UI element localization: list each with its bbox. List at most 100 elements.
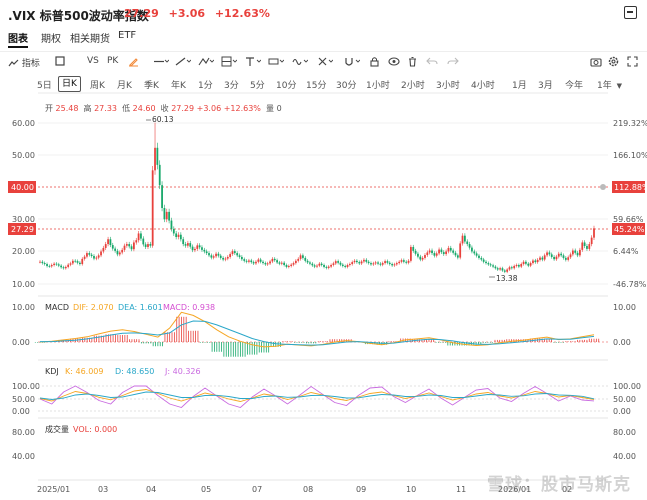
alert-bell-icon[interactable] xyxy=(600,184,606,190)
candle-body xyxy=(550,254,553,257)
candle-body xyxy=(527,263,530,266)
candle-body xyxy=(384,261,386,264)
candle-body xyxy=(365,259,368,262)
candle-body xyxy=(165,211,168,220)
candle-body xyxy=(480,257,483,260)
candle-body xyxy=(41,261,44,264)
candle-body xyxy=(60,265,63,268)
candle-body xyxy=(529,263,532,266)
candle-body xyxy=(567,257,570,260)
candle-body xyxy=(76,261,79,263)
candle-body xyxy=(501,268,504,271)
candle-body xyxy=(539,257,541,260)
candle-body xyxy=(299,255,302,259)
kdj-d: D: 48.650 xyxy=(115,367,154,376)
candle-body xyxy=(107,239,109,245)
candle-body xyxy=(132,242,135,250)
candle-body xyxy=(53,263,55,266)
candle-body xyxy=(398,261,401,264)
candle-body xyxy=(520,264,523,267)
candle-body xyxy=(555,256,558,260)
candle-body xyxy=(198,245,201,248)
candle-body xyxy=(147,244,149,247)
candle-body xyxy=(135,240,138,243)
volume-panel-value: VOL: 0.000 xyxy=(73,425,117,434)
volume-panel-label: 成交量 xyxy=(45,424,69,434)
candle-body xyxy=(262,261,264,264)
candle-body xyxy=(546,252,548,256)
candle-body xyxy=(431,250,433,254)
kdj-tick-100: 100.00 xyxy=(613,382,641,391)
candle-body xyxy=(238,255,241,257)
candle-body xyxy=(226,256,229,259)
candle-body xyxy=(46,264,48,266)
candle-body xyxy=(571,250,574,255)
candle-body xyxy=(74,260,77,262)
macd-tick-left-10: 10.00 xyxy=(12,303,35,312)
candle-body xyxy=(231,251,234,255)
candle-body xyxy=(140,233,142,239)
candle-body xyxy=(95,257,98,259)
candle-body xyxy=(323,265,325,267)
candle-body xyxy=(489,264,492,266)
candle-body xyxy=(468,244,471,248)
candle-body xyxy=(417,253,419,257)
candle-body xyxy=(100,251,102,256)
kdj-tick-left-100: 100.00 xyxy=(12,382,40,391)
candle-body xyxy=(229,254,232,257)
candle-body xyxy=(471,247,473,252)
candle-body xyxy=(503,270,506,272)
macd-dea: DEA: 1.601 xyxy=(118,303,163,312)
candle-body xyxy=(309,262,311,264)
macd-value: MACD: 0.938 xyxy=(163,303,215,312)
candle-body xyxy=(478,255,480,258)
candle-body xyxy=(433,253,436,256)
ref-marker-left-40-text: 40.00 xyxy=(11,183,34,192)
candle-body xyxy=(191,246,194,251)
candle-body xyxy=(344,265,347,267)
candle-body xyxy=(386,261,389,263)
candle-body xyxy=(461,235,464,244)
candle-body xyxy=(88,253,91,255)
candle-body xyxy=(564,257,567,260)
candle-body xyxy=(426,252,429,256)
chart-canvas[interactable]: 60.00 50.00 30.00 20.00 10.00 219.32% 16… xyxy=(0,0,647,500)
candle-body xyxy=(243,259,246,261)
candle-body xyxy=(240,256,243,260)
x-tick-04: 04 xyxy=(146,485,156,494)
macd-label: MACD xyxy=(45,303,69,312)
candle-body xyxy=(114,248,117,251)
candle-body xyxy=(86,253,88,257)
y-tick-10: 10.00 xyxy=(12,280,35,289)
candle-body xyxy=(339,262,342,265)
candle-body xyxy=(194,248,196,251)
macd-tick-10: 10.00 xyxy=(613,303,636,312)
candle-body xyxy=(341,264,344,266)
candle-body xyxy=(449,247,452,251)
candle-body xyxy=(536,259,539,263)
candle-body xyxy=(142,238,145,245)
candle-body xyxy=(276,260,278,263)
kdj-j: J: 40.326 xyxy=(164,367,201,376)
candle-body xyxy=(466,241,469,245)
candle-body xyxy=(55,263,58,265)
candle-body xyxy=(90,254,93,256)
candle-body xyxy=(168,211,171,221)
candle-body xyxy=(215,253,217,257)
main-grid xyxy=(38,92,608,481)
vol-tick-80: 80.00 xyxy=(613,428,636,437)
candle-body xyxy=(330,265,332,267)
candle-body xyxy=(381,263,384,265)
candle-body xyxy=(290,264,293,266)
x-tick-08: 08 xyxy=(303,485,313,494)
candle-body xyxy=(170,220,173,229)
x-tick-05: 05 xyxy=(201,485,211,494)
candle-body xyxy=(525,261,527,264)
candle-body xyxy=(393,264,396,266)
candle-body xyxy=(292,263,295,265)
candle-body xyxy=(71,260,74,264)
candle-body xyxy=(356,260,358,263)
y-pct-tick-1: 219.32% xyxy=(613,119,647,128)
candle-body xyxy=(569,254,572,258)
candle-body xyxy=(367,261,370,264)
